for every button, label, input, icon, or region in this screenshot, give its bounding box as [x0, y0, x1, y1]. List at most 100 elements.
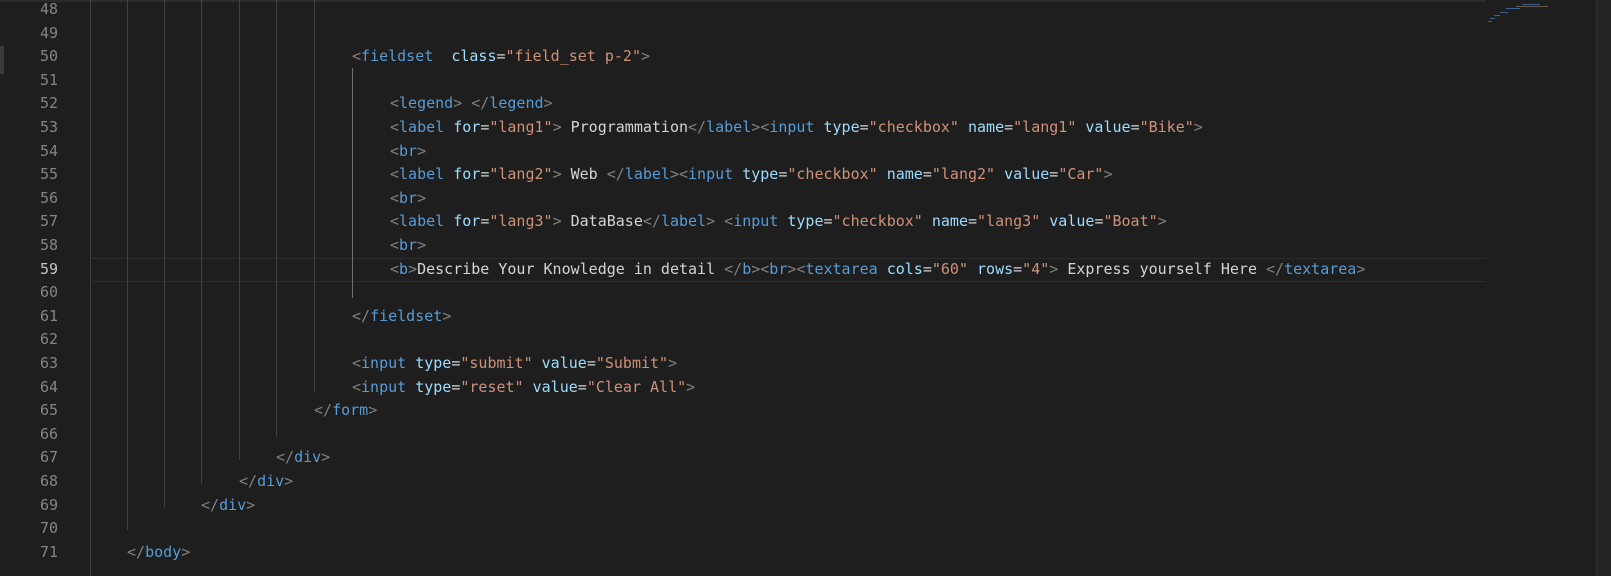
- code-token: cols: [886, 259, 923, 278]
- code-line[interactable]: </div>: [239, 470, 293, 494]
- code-token: =: [922, 165, 932, 184]
- code-token: =: [496, 47, 506, 66]
- minimap-line: [1516, 6, 1548, 7]
- code-token: type: [823, 118, 860, 136]
- code-token: =: [1013, 259, 1023, 278]
- code-token: DataBase: [561, 212, 643, 231]
- code-token: for: [453, 118, 481, 136]
- code-token: Programmation: [561, 118, 689, 136]
- code-token: <: [390, 165, 400, 184]
- code-token: textarea: [805, 259, 878, 278]
- code-line[interactable]: </div>: [276, 446, 330, 470]
- code-token: rows: [977, 259, 1014, 278]
- code-token: >: [1356, 259, 1366, 278]
- code-token: value: [1004, 165, 1050, 184]
- code-token: name: [968, 118, 1005, 136]
- code-token: <: [352, 354, 362, 372]
- code-token: >: [552, 212, 562, 231]
- code-token: </: [276, 448, 295, 467]
- code-token: "lang2": [489, 165, 553, 184]
- code-token: for: [453, 212, 481, 231]
- indent-guide: [201, 0, 202, 484]
- code-token: b: [742, 259, 752, 278]
- code-token: </: [239, 472, 258, 490]
- code-line[interactable]: <legend> </legend>: [390, 92, 553, 116]
- code-line[interactable]: </form>: [314, 399, 377, 423]
- code-line[interactable]: <input type="submit" value="Submit">: [352, 352, 677, 376]
- code-line[interactable]: <label for="lang2"> Web </label><input t…: [390, 163, 1113, 187]
- code-token: "lang1": [1013, 118, 1077, 136]
- code-line[interactable]: <input type="reset" value="Clear All">: [352, 376, 695, 400]
- code-token: b: [399, 259, 409, 278]
- code-token: >: [552, 118, 562, 136]
- code-token: =: [1004, 118, 1014, 136]
- code-token: value: [1049, 212, 1095, 231]
- code-line[interactable]: </div>: [201, 494, 255, 518]
- code-token: ><: [787, 259, 806, 278]
- code-token: label: [399, 118, 445, 136]
- code-token: <: [724, 212, 734, 231]
- code-token: =: [823, 212, 833, 231]
- code-token: "lang2": [931, 165, 996, 184]
- code-token: name: [886, 165, 923, 184]
- code-token: >: [668, 354, 678, 372]
- code-token: </: [314, 401, 333, 420]
- code-token: type: [415, 377, 452, 396]
- code-token: name: [931, 212, 968, 231]
- minimap[interactable]: [1486, 0, 1596, 576]
- code-token: input: [361, 377, 407, 396]
- minimap-line: [1500, 12, 1508, 13]
- code-editor[interactable]: 48 49 50 51 52 53 54 55 56 57 58 59 60 61 62 63 64 65 66 67…: [0, 0, 1611, 576]
- code-line[interactable]: <fieldset class="field_set p-2">: [352, 45, 650, 69]
- code-line[interactable]: </fieldset>: [352, 305, 451, 329]
- code-line[interactable]: <br>: [390, 187, 426, 211]
- code-token: legend: [489, 94, 544, 113]
- code-token: =: [922, 259, 932, 278]
- code-line[interactable]: <br>: [390, 140, 426, 164]
- code-token: Describe Your Knowledge in detail: [417, 259, 725, 278]
- code-token: =: [1049, 165, 1059, 184]
- code-line[interactable]: <label for="lang3"> DataBase</label> <in…: [390, 210, 1167, 234]
- code-token: br: [769, 259, 788, 278]
- code-token: type: [415, 354, 452, 372]
- code-token: Web: [561, 165, 607, 184]
- code-token: =: [586, 354, 596, 372]
- minimap-line: [1488, 21, 1492, 22]
- code-token: >: [181, 542, 191, 561]
- code-token: </: [606, 165, 625, 184]
- code-line[interactable]: <b>Describe Your Knowledge in detail </b…: [390, 258, 1365, 282]
- vertical-scrollbar[interactable]: [1596, 0, 1611, 576]
- code-token: >: [417, 188, 427, 207]
- code-token: ><: [669, 165, 689, 184]
- indent-guide: [314, 0, 315, 392]
- code-token: input: [361, 354, 407, 372]
- code-line[interactable]: <label for="lang1"> Programmation</label…: [390, 116, 1203, 140]
- minimap-line: [1494, 15, 1500, 16]
- code-token: >: [284, 472, 294, 490]
- code-token: >: [417, 141, 427, 160]
- code-token: "submit": [460, 354, 533, 372]
- code-token: >: [246, 495, 256, 514]
- code-area[interactable]: <fieldset class="field_set p-2"> <legend>…: [0, 0, 1486, 576]
- indent-guide: [352, 68, 353, 298]
- code-line[interactable]: </body>: [127, 541, 190, 565]
- code-token: </: [688, 118, 707, 136]
- code-token: <: [352, 47, 362, 66]
- indent-guide: [276, 0, 277, 437]
- code-token: >: [1049, 259, 1059, 278]
- code-token: input: [769, 118, 815, 136]
- code-token: "checkbox": [832, 212, 923, 231]
- code-token: Express yourself Here: [1058, 259, 1267, 278]
- code-token: >: [1157, 212, 1167, 231]
- code-token: <: [390, 94, 400, 113]
- code-line[interactable]: <br>: [390, 234, 426, 258]
- code-token: <: [390, 259, 400, 278]
- code-token: <: [390, 118, 400, 136]
